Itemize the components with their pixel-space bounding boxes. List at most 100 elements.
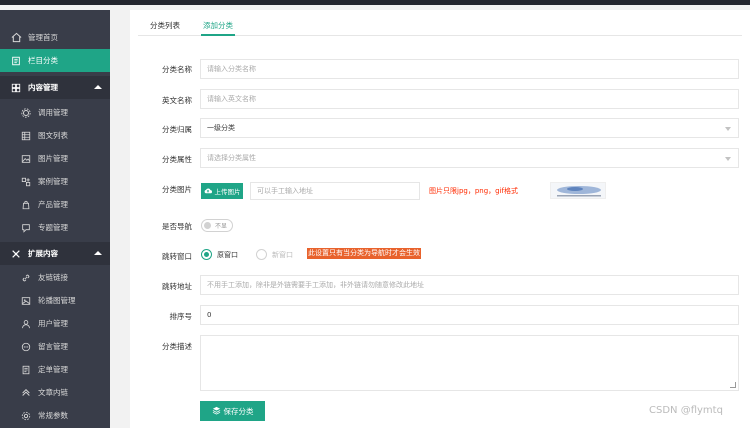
sidebar-item-home[interactable]: 管理首页: [0, 26, 110, 49]
sidebar-item-orders[interactable]: 定单管理: [0, 358, 110, 381]
column-icon: [10, 55, 22, 67]
cloud-upload-icon: [204, 187, 212, 196]
en-name-label: 英文名称: [162, 96, 192, 105]
description-textarea[interactable]: [200, 335, 739, 391]
sidebar-item-carousel[interactable]: 轮播图管理: [0, 289, 110, 312]
nav-toggle[interactable]: 不显: [201, 219, 233, 232]
sidebar-item-label: 产品管理: [38, 200, 68, 209]
link-icon: [20, 272, 32, 284]
parent-select[interactable]: 一级分类: [200, 118, 739, 138]
sidebar-item-label: 友链链接: [38, 273, 68, 282]
sidebar-item-label: 图片管理: [38, 154, 68, 163]
tab-category-list[interactable]: 分类列表: [148, 20, 182, 36]
sidebar-item-label: 常规参数: [38, 411, 68, 420]
sidebar-item-users[interactable]: 用户管理: [0, 312, 110, 335]
parent-select-value: 一级分类: [207, 124, 235, 132]
english-name-placeholder: 请输入英文名称: [207, 95, 256, 103]
content-icon: [10, 82, 22, 94]
attribute-select[interactable]: 请选择分类属性: [200, 148, 739, 168]
save-category-button[interactable]: 保存分类: [200, 401, 265, 421]
sidebar-item-label: 用户管理: [38, 319, 68, 328]
desc-label: 分类描述: [162, 342, 192, 351]
case-icon: [20, 176, 32, 188]
sidebar-item-articles[interactable]: 图文列表: [0, 124, 110, 147]
sidebar-item-column[interactable]: 栏目分类: [0, 49, 110, 72]
innerlink-icon: [20, 387, 32, 399]
chevron-down-icon: [725, 127, 731, 131]
jump-url-input[interactable]: 不用手工添加，除非是外链需要手工添加，非外链请勿随意修改此地址: [200, 275, 739, 295]
tab-add-category[interactable]: 添加分类: [201, 20, 235, 36]
image-label: 分类图片: [162, 185, 192, 194]
image-icon: [20, 153, 32, 165]
chevron-up-icon: [94, 85, 102, 89]
toggle-text: 不显: [215, 223, 228, 230]
sidebar-item-label: 留言管理: [38, 342, 68, 351]
jump-hint: 此设置只有当分类为导航时才会生效: [307, 248, 421, 259]
carousel-icon: [20, 295, 32, 307]
radio-original-window[interactable]: [201, 249, 212, 260]
sidebar-item-label: 定单管理: [38, 365, 68, 374]
layers-icon: [212, 406, 221, 417]
sidebar-item-label: 案例管理: [38, 177, 68, 186]
jump-url-placeholder: 不用手工添加，除非是外链需要手工添加，非外链请勿随意修改此地址: [207, 281, 424, 289]
sidebar: 管理首页 栏目分类 内容管理 调用管理 图文列表 图片管理 案例管理 产品管理 …: [0, 10, 110, 428]
radio-new-window[interactable]: [256, 249, 267, 260]
sidebar-item-call[interactable]: 调用管理: [0, 101, 110, 124]
resize-handle-icon[interactable]: [730, 382, 736, 388]
settings-icon: [20, 410, 32, 422]
message-icon: [20, 341, 32, 353]
watermark: CSDN @flymtq: [649, 405, 723, 416]
sidebar-item-images[interactable]: 图片管理: [0, 147, 110, 170]
attr-label: 分类属性: [162, 155, 192, 164]
sidebar-item-products[interactable]: 产品管理: [0, 193, 110, 216]
english-name-input[interactable]: 请输入英文名称: [200, 89, 739, 109]
url-label: 跳转地址: [162, 282, 192, 291]
sidebar-item-label: 专题管理: [38, 223, 68, 232]
nav-label: 是否导航: [162, 222, 192, 231]
upload-image-button[interactable]: 上传图片: [201, 183, 243, 199]
tab-bar: 分类列表 添加分类: [138, 14, 742, 36]
sidebar-item-label: 内容管理: [28, 83, 58, 92]
category-name-placeholder: 请输入分类名称: [207, 65, 256, 73]
radio-dot: [204, 252, 209, 257]
user-icon: [20, 318, 32, 330]
sidebar-item-label: 图文列表: [38, 131, 68, 140]
sidebar-item-label: 轮播图管理: [38, 296, 76, 305]
sidebar-item-label: 栏目分类: [28, 56, 58, 65]
order-value: 0: [207, 311, 212, 319]
extend-icon: [10, 248, 22, 260]
attribute-select-placeholder: 请选择分类属性: [207, 154, 256, 162]
sidebar-item-messages[interactable]: 留言管理: [0, 335, 110, 358]
image-format-hint: 图片只限jpg，png，gif格式: [429, 187, 519, 195]
order-label: 排序号: [169, 312, 193, 321]
sidebar-item-label: 文章内链: [38, 388, 68, 397]
toggle-knob: [204, 222, 211, 229]
sidebar-group-extend[interactable]: 扩展内容: [0, 242, 110, 265]
jump-label: 跳转窗口: [162, 252, 192, 261]
sidebar-item-links[interactable]: 友链链接: [0, 266, 110, 289]
order-input[interactable]: 0: [200, 305, 739, 325]
upload-image-label: 上传图片: [214, 188, 241, 196]
sidebar-item-label: 调用管理: [38, 108, 68, 117]
save-category-label: 保存分类: [223, 406, 254, 416]
home-icon: [10, 32, 22, 44]
image-preview: [550, 182, 606, 199]
parent-label: 分类归属: [162, 125, 192, 134]
sidebar-item-innerlinks[interactable]: 文章内链: [0, 381, 110, 404]
grid-icon: [20, 130, 32, 142]
sidebar-item-topics[interactable]: 专题管理: [0, 216, 110, 239]
category-name-input[interactable]: 请输入分类名称: [200, 59, 739, 79]
image-url-placeholder: 可以手工输入地址: [257, 187, 313, 195]
radio-original-label: 原窗口: [217, 251, 238, 259]
sidebar-group-content[interactable]: 内容管理: [0, 76, 110, 99]
name-label: 分类名称: [162, 65, 192, 74]
topic-icon: [20, 222, 32, 234]
sidebar-item-cases[interactable]: 案例管理: [0, 170, 110, 193]
image-url-input[interactable]: 可以手工输入地址: [250, 182, 420, 200]
sidebar-item-settings[interactable]: 常规参数: [0, 404, 110, 427]
top-bar: [0, 0, 750, 5]
radio-new-label: 新窗口: [272, 251, 293, 259]
product-icon: [20, 199, 32, 211]
chevron-down-icon: [725, 157, 731, 161]
chevron-up-icon: [94, 251, 102, 255]
